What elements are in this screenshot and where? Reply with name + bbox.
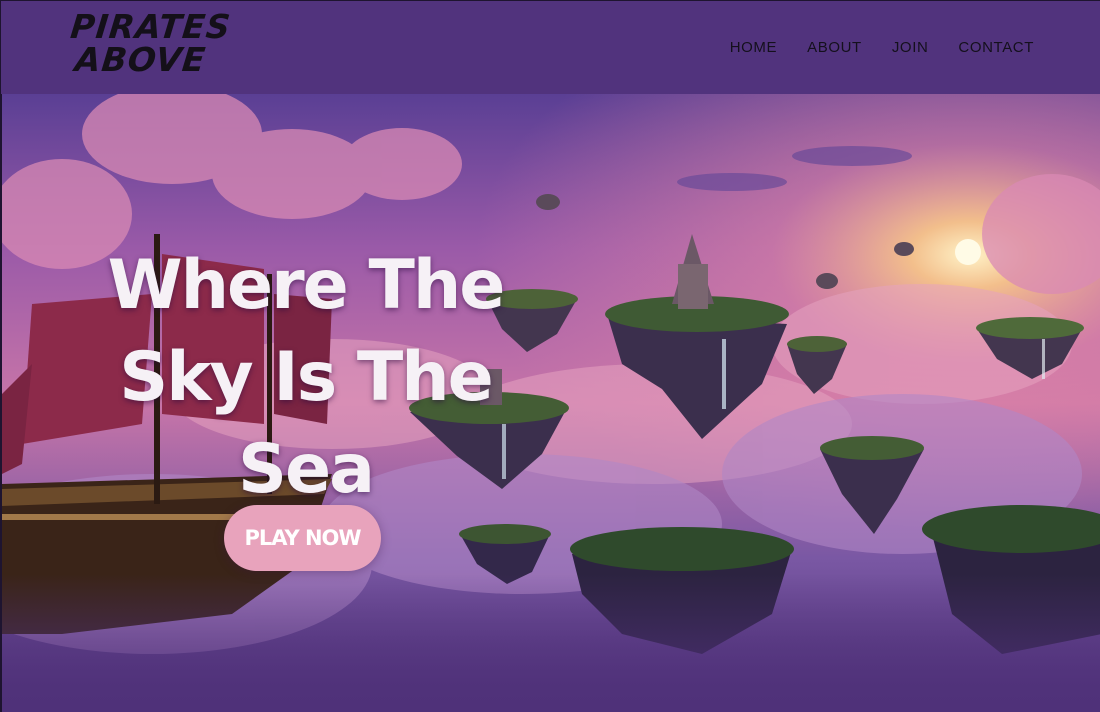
logo-line-1: PIRATES bbox=[68, 7, 233, 46]
play-now-button[interactable]: PLAY NOW bbox=[224, 505, 381, 571]
nav-about-link[interactable]: ABOUT bbox=[807, 39, 862, 57]
page: PIRATES ABOVE HOME ABOUT JOIN CONTACT Wh… bbox=[0, 0, 1100, 712]
top-navigation-bar: PIRATES ABOVE HOME ABOUT JOIN CONTACT bbox=[0, 0, 1100, 94]
nav-home-link[interactable]: HOME bbox=[730, 39, 777, 57]
logo-line-2: ABOVE bbox=[73, 40, 208, 79]
nav-join-link[interactable]: JOIN bbox=[892, 39, 929, 57]
hero-section: Where The Sky Is The Sea PLAY NOW bbox=[0, 94, 1100, 712]
hero-headline: Where The Sky Is The Sea bbox=[107, 245, 506, 509]
nav-contact-link[interactable]: CONTACT bbox=[958, 39, 1034, 57]
main-menu: HOME ABOUT JOIN CONTACT bbox=[730, 39, 1034, 57]
pirates-above-logo[interactable]: PIRATES ABOVE bbox=[66, 7, 233, 79]
